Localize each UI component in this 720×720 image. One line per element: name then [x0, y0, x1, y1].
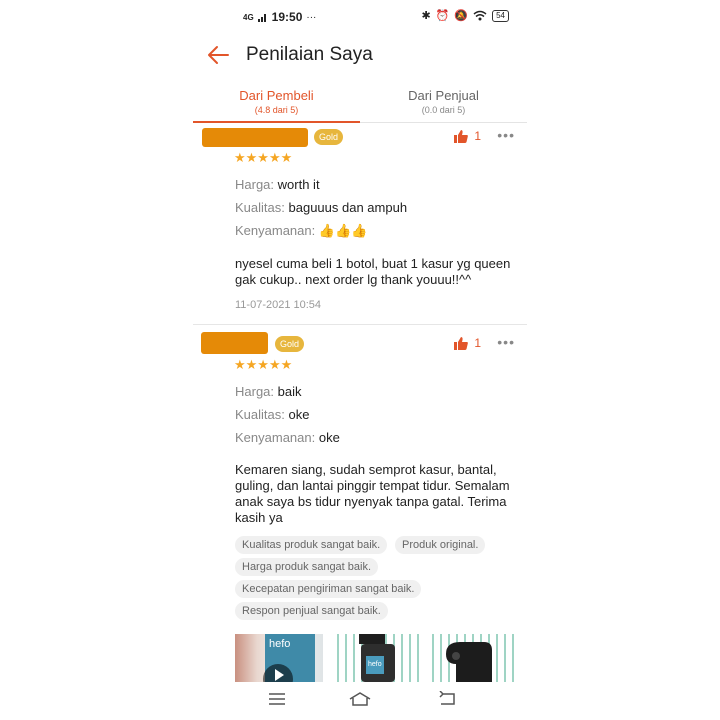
home-icon[interactable] — [348, 691, 372, 707]
menu-icon[interactable] — [268, 691, 286, 707]
app-header: Penilaian Saya — [193, 34, 527, 78]
like-count: 1 — [474, 336, 481, 350]
quality-row: Kualitas: baguuus dan ampuh — [235, 200, 407, 215]
signal-bars-icon — [257, 14, 266, 22]
tag-chip[interactable]: Respon penjual sangat baik. — [235, 602, 388, 620]
like-button[interactable]: 1 — [454, 336, 481, 350]
gold-badge: Gold — [275, 336, 305, 352]
comfort-row: Kenyamanan: 👍👍👍 — [235, 223, 367, 239]
thumbs-up-icon — [454, 129, 469, 143]
tag-chip[interactable]: Produk original. — [395, 536, 486, 554]
bottle-cap — [359, 634, 385, 644]
comfort-label: Kenyamanan: — [235, 223, 316, 238]
review-text: nyesel cuma beli 1 botol, buat 1 kasur y… — [235, 256, 511, 287]
photo-label: hefo — [269, 638, 291, 650]
price-value: worth it — [277, 177, 320, 192]
tab-score: (0.0 dari 5) — [421, 105, 466, 115]
review-divider — [193, 324, 527, 325]
bluetooth-icon: ✱ — [421, 10, 431, 22]
quality-value: oke — [288, 407, 310, 422]
spray-nozzle-image — [446, 642, 492, 682]
price-label: Harga: — [235, 384, 275, 399]
tag-chip[interactable]: Harga produk sangat baik. — [235, 558, 379, 576]
like-count: 1 — [474, 129, 481, 143]
tab-label: Dari Pembeli — [239, 88, 314, 103]
review-photo[interactable]: hefo — [235, 634, 323, 682]
comfort-row: Kenyamanan: oke — [235, 430, 340, 445]
reviewer-name-redacted — [201, 332, 268, 354]
video-play-button[interactable] — [263, 664, 293, 682]
more-options-icon[interactable]: ••• — [497, 334, 515, 350]
battery-icon: 54 — [492, 9, 509, 22]
quality-value: baguuus dan ampuh — [288, 200, 408, 215]
review-photo[interactable] — [426, 634, 514, 682]
like-button[interactable]: 1 — [454, 129, 481, 143]
more-notifications-icon: ··· — [306, 11, 317, 23]
price-label: Harga: — [235, 177, 275, 192]
review-photo[interactable]: hefo — [331, 634, 419, 682]
quality-row: Kualitas: oke — [235, 407, 309, 422]
back-arrow-icon[interactable] — [205, 42, 231, 68]
quality-label: Kualitas: — [235, 200, 285, 215]
price-row: Harga: baik — [235, 384, 302, 399]
review-date: 11-07-2021 10:54 — [235, 299, 322, 311]
rating-tabs: Dari Pembeli (4.8 dari 5) Dari Penjual (… — [193, 84, 527, 123]
quality-label: Kualitas: — [235, 407, 285, 422]
page-title: Penilaian Saya — [246, 44, 373, 65]
comfort-label: Kenyamanan: — [235, 430, 316, 445]
status-bar: 4G 19:50 ··· ✱ ⏰ 🔕 54 — [193, 0, 527, 34]
reviewer-name-redacted — [202, 128, 308, 147]
price-row: Harga: worth it — [235, 177, 320, 192]
gold-badge: Gold — [314, 129, 344, 145]
price-value: baik — [277, 384, 302, 399]
thumbs-up-icon — [454, 336, 469, 350]
tab-from-seller[interactable]: Dari Penjual (0.0 dari 5) — [360, 84, 527, 122]
star-rating: ★★★★★ — [234, 357, 293, 372]
photo-label: hefo — [368, 661, 382, 668]
status-time: 19:50 — [271, 10, 303, 24]
tag-chip[interactable]: Kecepatan pengiriman sangat baik. — [235, 580, 422, 598]
tag-chip[interactable]: Kualitas produk sangat baik. — [235, 536, 388, 554]
comfort-value: oke — [318, 430, 340, 445]
tab-from-buyer[interactable]: Dari Pembeli (4.8 dari 5) — [193, 84, 360, 123]
play-icon — [275, 669, 284, 681]
review-text: Kemaren siang, sudah semprot kasur, bant… — [235, 462, 510, 525]
system-nav-bar — [193, 683, 527, 720]
tab-label: Dari Penjual — [408, 88, 479, 103]
tab-score: (4.8 dari 5) — [254, 105, 299, 115]
phone-screen: 4G 19:50 ··· ✱ ⏰ 🔕 54 Penilaian Saya Dar… — [193, 0, 527, 720]
alarm-icon: ⏰ — [435, 10, 450, 22]
more-options-icon[interactable]: ••• — [497, 127, 515, 143]
signal-icon: 4G — [243, 12, 254, 22]
back-icon[interactable] — [438, 691, 456, 707]
wifi-icon — [473, 10, 487, 21]
star-rating: ★★★★★ — [234, 150, 293, 165]
comfort-value: 👍👍👍 — [318, 223, 368, 238]
mute-icon: 🔕 — [454, 10, 469, 22]
